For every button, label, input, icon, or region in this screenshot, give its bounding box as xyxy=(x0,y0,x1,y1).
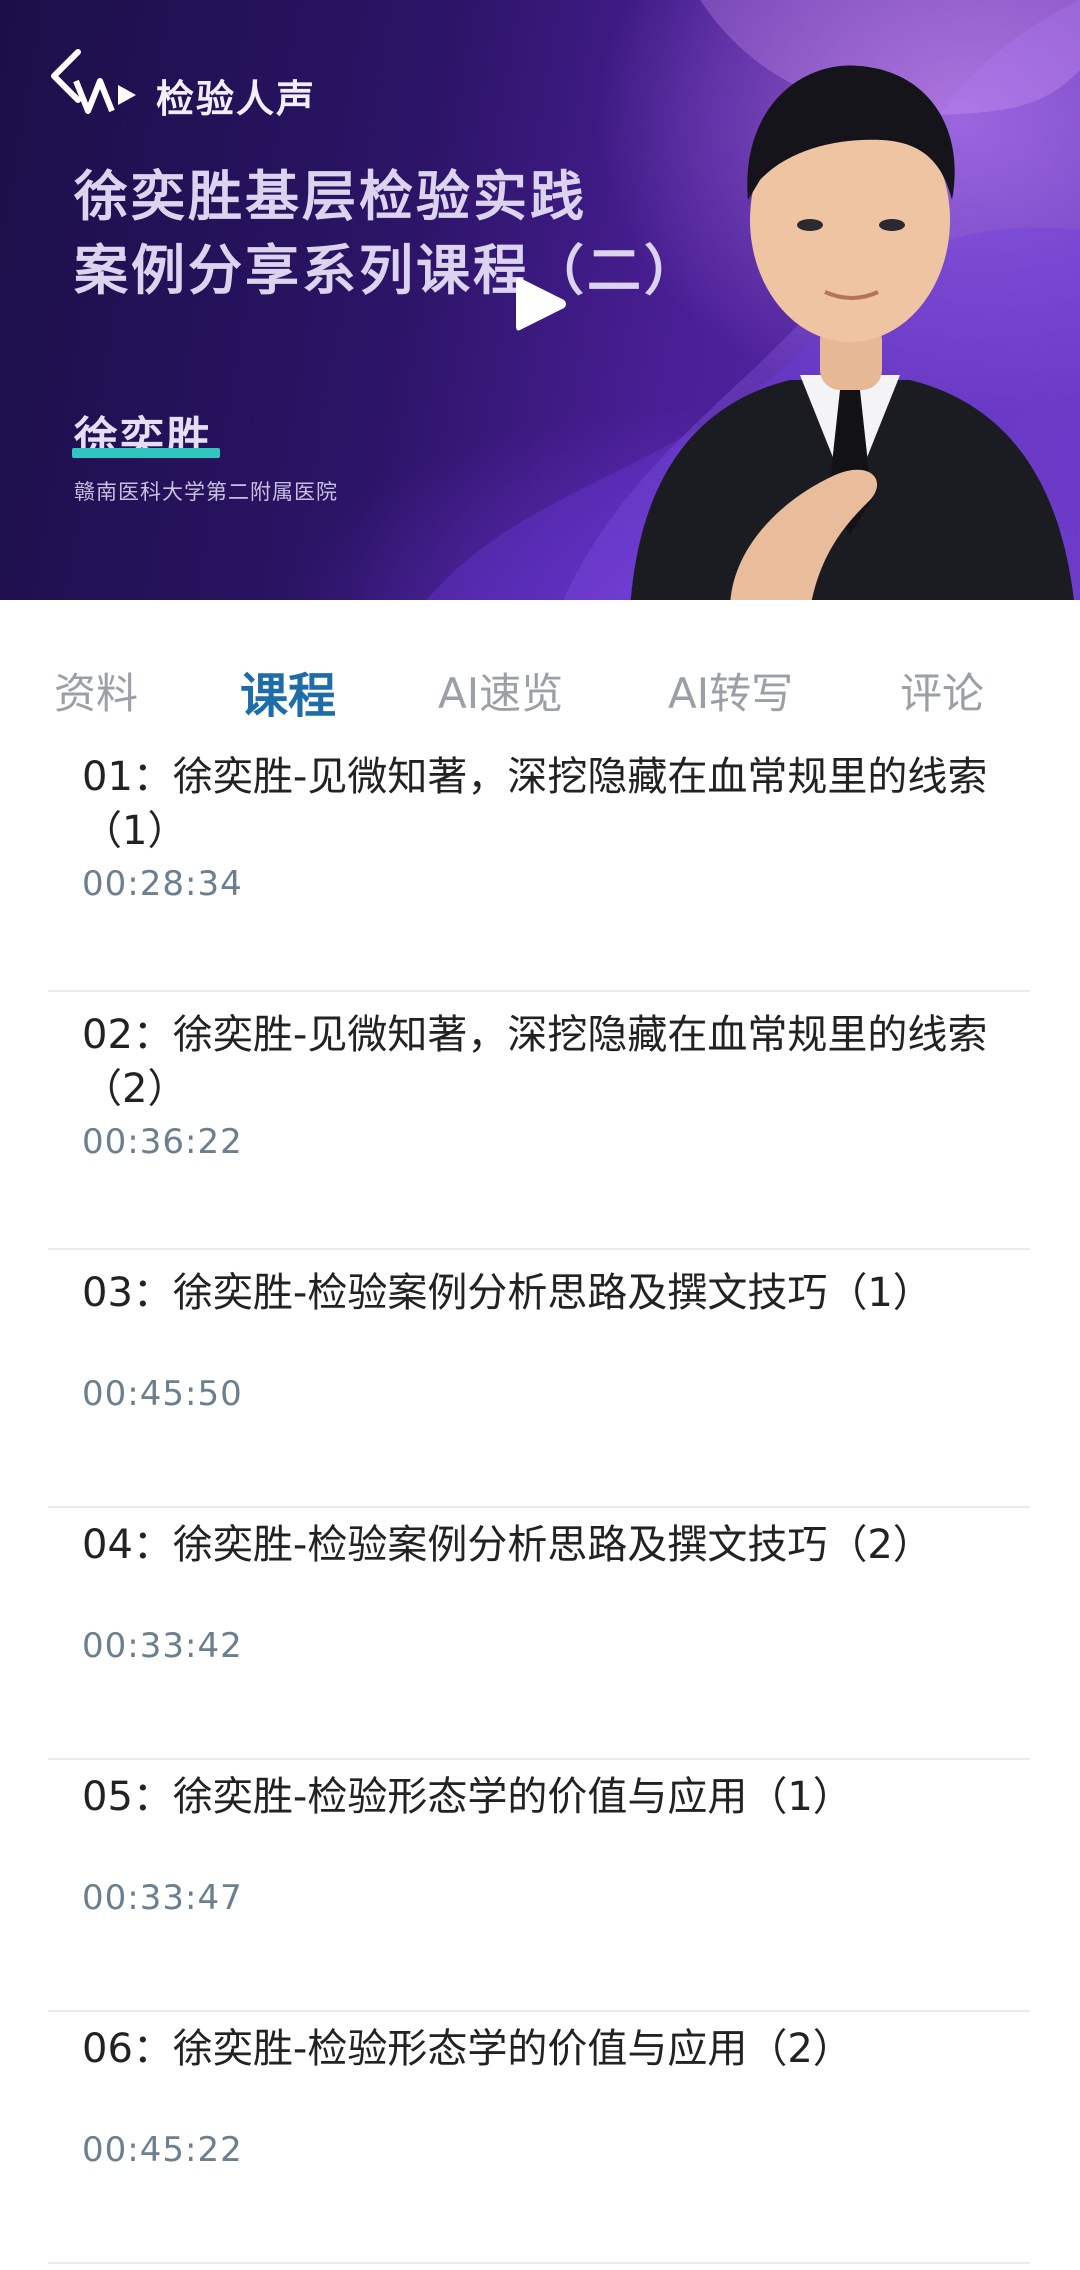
divider xyxy=(48,2262,1030,2264)
course-title-line-2: 案例分享系列课程（二） xyxy=(74,239,701,302)
lesson-duration: 00:36:22 xyxy=(82,1122,243,1162)
tab-ai-transcript[interactable]: AI转写 xyxy=(668,660,793,721)
lesson-title: 02：徐奕胜-见微知著，深挖隐藏在血常规里的线索（2） xyxy=(82,1012,988,1112)
lesson-title: 05：徐奕胜-检验形态学的价值与应用（1） xyxy=(82,1774,853,1820)
divider xyxy=(48,1248,1030,1250)
lesson-item-04[interactable]: 04：徐奕胜-检验案例分析思路及撰文技巧（2） 00:33:42 xyxy=(48,1508,1030,1760)
lesson-item-02[interactable]: 02：徐奕胜-见微知著，深挖隐藏在血常规里的线索（2） 00:36:22 xyxy=(48,998,1030,1250)
lesson-duration: 00:33:47 xyxy=(82,1878,243,1918)
tab-materials[interactable]: 资料 xyxy=(54,660,138,721)
lesson-duration: 00:33:42 xyxy=(82,1626,243,1666)
speaker-affiliation: 赣南医科大学第二附属医院 xyxy=(74,480,338,504)
play-button[interactable] xyxy=(510,272,570,336)
video-player[interactable]: 检验人声 徐奕胜基层检验实践 案例分享系列课程（二） 徐奕胜 赣南医科大学第二附… xyxy=(0,0,1080,608)
lesson-title: 01：徐奕胜-见微知著，深挖隐藏在血常规里的线索（1） xyxy=(82,754,988,854)
speaker-underline xyxy=(72,448,220,458)
brand-name: 检验人声 xyxy=(156,76,317,121)
lesson-title: 03：徐奕胜-检验案例分析思路及撰文技巧（1） xyxy=(82,1270,933,1316)
course-title: 徐奕胜基层检验实践 案例分享系列课程（二） xyxy=(74,160,701,308)
lesson-duration: 00:45:50 xyxy=(82,1374,243,1414)
presenter-photo xyxy=(630,65,1075,608)
lesson-item-01[interactable]: 01：徐奕胜-见微知著，深挖隐藏在血常规里的线索（1） 00:28:34 xyxy=(48,740,1030,992)
brand-logo: 检验人声 xyxy=(72,70,317,121)
lesson-title: 04：徐奕胜-检验案例分析思路及撰文技巧（2） xyxy=(82,1522,933,1568)
divider xyxy=(48,990,1030,992)
tab-courses[interactable]: 课程 xyxy=(240,656,336,726)
lesson-item-05[interactable]: 05：徐奕胜-检验形态学的价值与应用（1） 00:33:47 xyxy=(48,1760,1030,2012)
sound-wave-logo-icon xyxy=(73,78,136,114)
tab-bar: 资料 课程 AI速览 AI转写 评论 xyxy=(0,608,1080,758)
lesson-title: 06：徐奕胜-检验形态学的价值与应用（2） xyxy=(82,2026,853,2072)
tab-ai-overview[interactable]: AI速览 xyxy=(438,660,563,721)
lesson-duration: 00:45:22 xyxy=(82,2130,243,2170)
tab-comments[interactable]: 评论 xyxy=(900,660,984,721)
lesson-item-06[interactable]: 06：徐奕胜-检验形态学的价值与应用（2） 00:45:22 xyxy=(48,2012,1030,2264)
play-icon xyxy=(516,277,566,331)
lesson-item-03[interactable]: 03：徐奕胜-检验案例分析思路及撰文技巧（1） 00:45:50 xyxy=(48,1256,1030,1508)
course-title-line-1: 徐奕胜基层检验实践 xyxy=(74,165,587,228)
lesson-duration: 00:28:34 xyxy=(82,864,243,904)
